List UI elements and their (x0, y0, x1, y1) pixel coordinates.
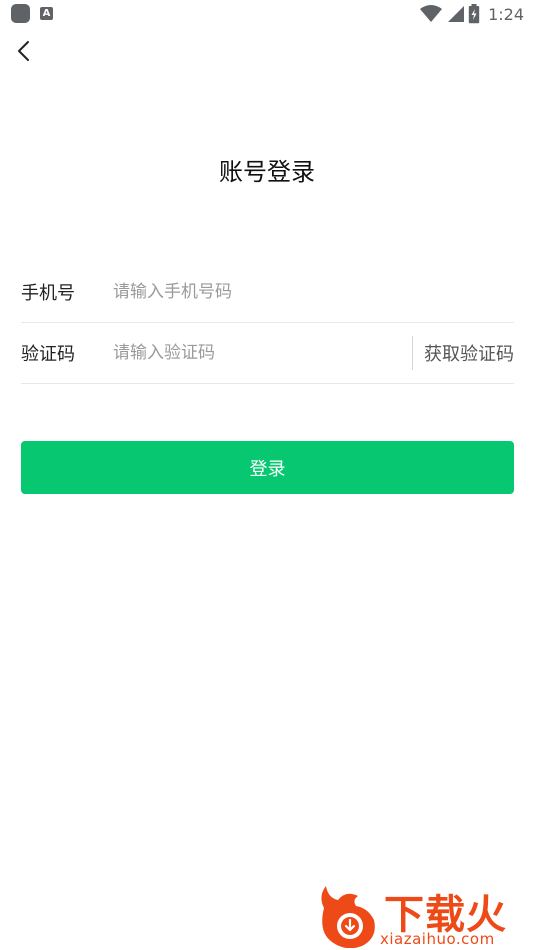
flame-logo-icon (321, 886, 375, 948)
battery-icon (468, 4, 480, 24)
status-time: 1:24 (488, 4, 524, 24)
code-row: 验证码 获取验证码 (21, 323, 514, 384)
signal-icon (448, 6, 465, 22)
a-icon: A (40, 7, 53, 20)
page-title: 账号登录 (219, 158, 315, 186)
code-label: 验证码 (21, 344, 75, 365)
login-screen: A 1:24 账号登录 手机号 验证码 (0, 0, 534, 950)
chevron-left-icon (18, 41, 29, 61)
back-button[interactable] (10, 36, 40, 66)
code-input[interactable] (113, 333, 412, 373)
login-button[interactable]: 登录 (21, 441, 514, 494)
phone-row: 手机号 (21, 262, 514, 323)
get-code-button[interactable]: 获取验证码 (424, 340, 514, 366)
status-icons: 1:24 (420, 3, 524, 25)
status-bar: A 1:24 (0, 0, 534, 28)
watermark-url: xiazaihuo.com (380, 930, 495, 948)
phone-input[interactable] (113, 272, 514, 312)
watermark: 下载火 xiazaihuo.com (308, 880, 528, 950)
phone-label: 手机号 (21, 283, 75, 304)
code-divider (412, 336, 413, 370)
wifi-icon (420, 5, 443, 22)
app-icon (11, 4, 30, 23)
